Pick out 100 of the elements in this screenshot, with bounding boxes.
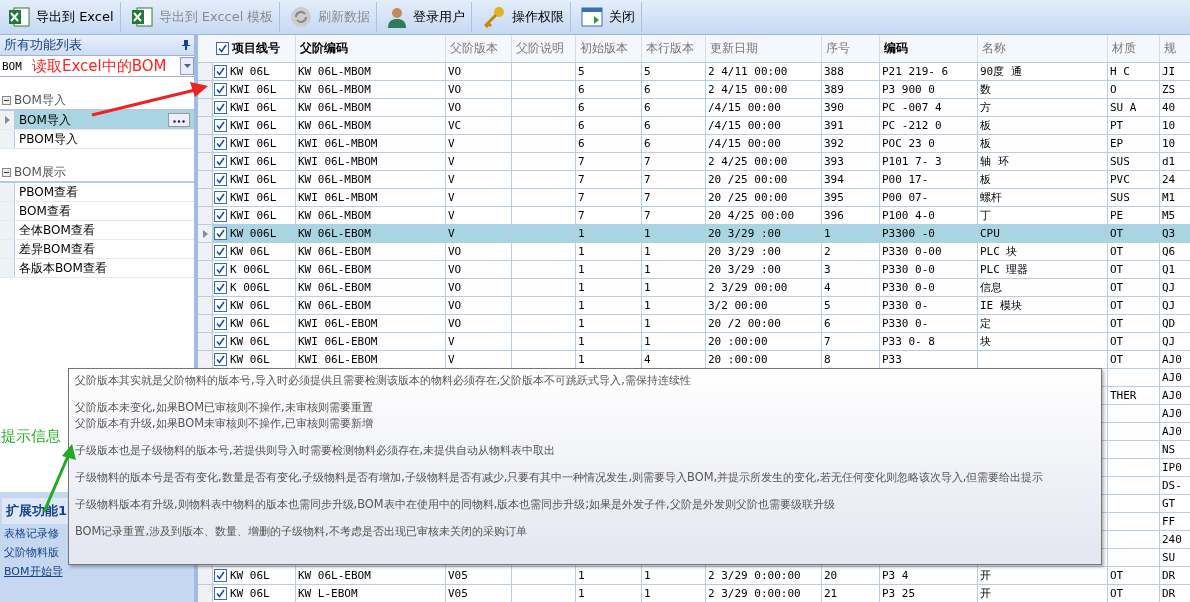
checkbox[interactable] [214,227,227,240]
function-item[interactable]: 差异BOM查看 [0,240,194,259]
table-cell: 389 [824,83,844,96]
column-header[interactable]: 父阶编码 [296,35,446,62]
table-cell: 1 [644,317,651,330]
checkbox[interactable] [214,155,227,168]
table-cell: V [448,137,455,150]
table-cell: 1 [578,587,585,600]
table-cell: KW 06L [230,245,270,258]
more-button[interactable] [168,113,190,127]
table-cell: IP0 [1162,461,1182,474]
checkbox[interactable] [214,587,227,600]
function-item[interactable]: PBOM查看 [0,183,194,202]
column-header[interactable]: 父阶说明 [512,35,576,62]
column-header[interactable]: 项目线号 [212,35,296,62]
checkbox[interactable] [214,191,227,204]
table-cell: KW 06L [230,65,270,78]
table-cell: 2 3/29 0:00:00 [708,569,801,582]
collapse-icon[interactable] [2,95,11,105]
toolbar-button[interactable]: 关闭 [575,2,643,32]
table-cell: PVC [1110,173,1130,186]
checkbox[interactable] [214,299,227,312]
table-cell: V [448,191,455,204]
function-item[interactable]: 各版本BOM查看 [0,259,194,278]
checkbox[interactable] [214,245,227,258]
table-cell: V [448,155,455,168]
function-item[interactable]: PBOM导入 [0,130,194,149]
pin-icon[interactable] [182,40,190,50]
function-item[interactable]: BOM查看 [0,202,194,221]
column-header[interactable]: 父阶版本 [446,35,512,62]
column-header[interactable]: 规 [1160,35,1190,62]
table-cell: 7 [578,155,585,168]
tooltip-text: 父阶版本其实就是父阶物料的版本号,导入时必须提供且需要检测该版本的物料必须存在,父阶版本不可跳跃式导入,需保持连续性 [75,372,691,388]
table-cell: 1 [644,245,651,258]
table-cell: K 006L [230,281,270,294]
table-cell: 6 [644,101,651,114]
table-cell: 板 [980,118,991,133]
checkbox[interactable] [214,263,227,276]
table-cell: QJ [1162,299,1176,312]
table-cell: VO [448,299,462,312]
table-cell: KW 06L-EBOM [298,569,371,582]
key-icon [482,6,507,28]
window-icon [581,7,604,27]
tooltip-text: BOM记录重置,涉及到版本、数量、增删的子级物料,不考虑是否出现已审核未关闭的采购订单 [75,523,527,539]
function-link[interactable]: BOM开始导 [2,562,65,581]
table-cell: 4 [824,281,831,294]
checkbox[interactable] [214,569,227,582]
column-header[interactable]: 初始版本 [576,35,642,62]
column-header[interactable]: 更新日期 [706,35,822,62]
table-cell: KWI 06L [230,209,277,222]
function-link[interactable]: 父阶物料版 [2,543,61,562]
checkbox[interactable] [216,42,229,55]
table-cell: PC -007 4 [882,101,942,114]
table-cell: KW 06L [230,317,270,330]
table-cell: KWI 06L-EBOM [298,353,378,366]
function-link[interactable]: 表格记录修 [2,524,61,543]
column-header[interactable]: 材质 [1108,35,1160,62]
table-cell: K 006L [230,263,270,276]
table-cell: 7 [824,335,831,348]
row-header[interactable] [0,111,15,129]
table-cell: 2 3/29 00:00 [708,281,788,294]
table-cell: OT [1110,227,1124,240]
dropdown-button[interactable] [180,57,194,75]
table-cell: 5 [644,65,651,78]
table-cell: 6 [644,119,651,132]
checkbox[interactable] [214,335,227,348]
toolbar-button[interactable]: 操作权限 [476,2,572,32]
toolbar-button[interactable]: 登录用户 [381,2,473,32]
checkbox[interactable] [214,137,227,150]
table-cell: KWI 06L-EBOM [298,335,378,348]
checkbox[interactable] [214,209,227,222]
dots-icon [173,120,185,123]
table-cell: V [448,173,455,186]
table-cell: VO [448,281,462,294]
table-cell: OT [1110,353,1124,366]
collapse-icon[interactable] [2,167,11,177]
function-item[interactable]: 全体BOM查看 [0,221,194,240]
column-header[interactable]: 名称 [978,35,1108,62]
table-cell: 391 [824,119,844,132]
checkbox[interactable] [214,281,227,294]
function-item[interactable]: BOM导入 [0,111,194,130]
toolbar-button[interactable]: 导出到 Excel [2,2,121,32]
checkbox[interactable] [214,83,227,96]
table-cell: AJ0 [1162,425,1182,438]
table-cell: V05 [448,587,468,600]
checkbox[interactable] [214,317,227,330]
table-cell: VO [448,101,462,114]
table-cell: OT [1110,299,1124,312]
column-header[interactable]: 编码 [880,35,978,62]
checkbox[interactable] [214,101,227,114]
checkbox[interactable] [214,353,227,366]
checkbox[interactable] [214,65,227,78]
column-header[interactable]: 序号 [822,35,880,62]
column-header[interactable]: 本行版本 [642,35,706,62]
table-cell: P101 7- 3 [882,155,942,168]
checkbox[interactable] [214,173,227,186]
checkbox[interactable] [214,119,227,132]
table-cell: 1 [644,281,651,294]
function-combo[interactable]: BOM 读取Excel中的BOM [0,56,194,77]
table-cell: DS- [1162,479,1182,492]
